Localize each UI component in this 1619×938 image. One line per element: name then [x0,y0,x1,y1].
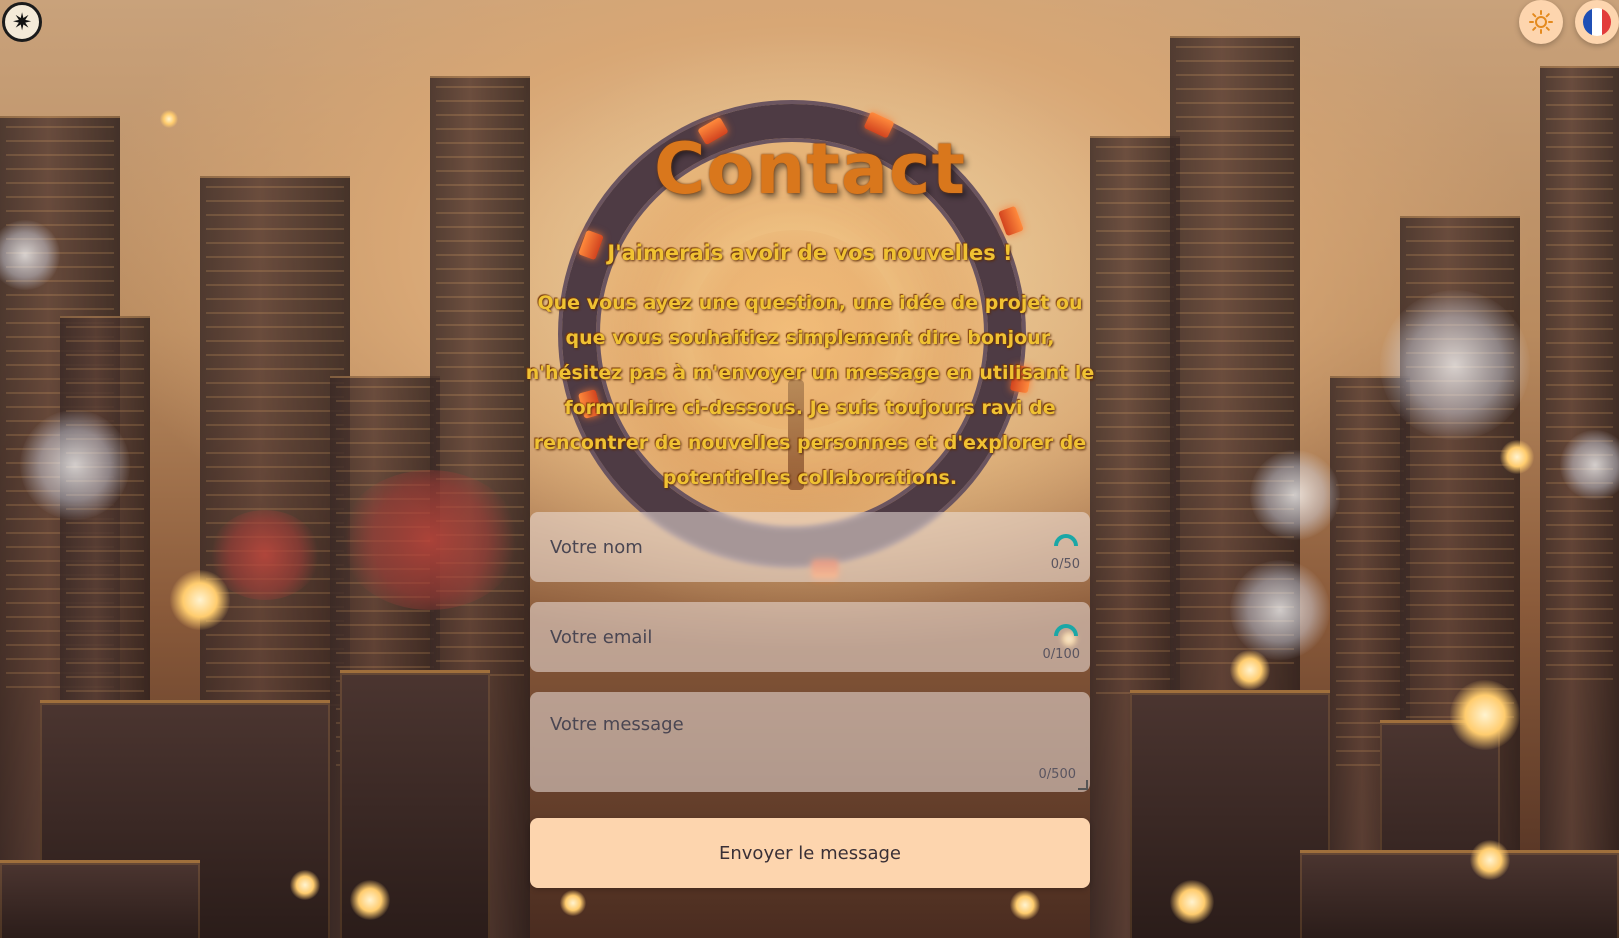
page-subtitle: J'aimerais avoir de vos nouvelles ! [607,241,1013,265]
intro-line: formulaire ci-dessous. Je suis toujours … [564,397,1056,419]
sun-icon [1529,10,1553,34]
name-field: 0/50 [530,512,1090,582]
message-char-counter: 0/500 [1038,767,1076,782]
message-textarea[interactable] [530,692,1090,792]
email-field: 0/100 [530,602,1090,672]
language-switch-button[interactable] [1575,0,1619,44]
intro-line: Que vous ayez une question, une idée de … [537,292,1083,314]
send-message-button[interactable]: Envoyer le message [530,818,1090,888]
name-char-counter: 0/50 [1050,557,1080,572]
intro-text: Que vous ayez une question, une idée de … [525,286,1095,496]
resize-grip-icon[interactable] [1078,780,1088,790]
intro-line: potentielles collaborations. [662,467,958,489]
email-char-counter: 0/100 [1042,647,1080,662]
message-field: 0/500 [530,692,1090,792]
page-title: Contact [654,128,966,210]
email-input[interactable] [530,602,1090,672]
intro-line: que vous souhaitiez simplement dire bonj… [565,327,1055,349]
compass-star-icon[interactable]: ✷ [2,2,42,42]
contact-page: ✷ Contact J'aimerais avoir de vos nouvel… [0,0,1619,938]
theme-toggle-button[interactable] [1519,0,1563,44]
logo-glyph: ✷ [11,8,33,36]
intro-line: n'hésitez pas à m'envoyer un message en … [525,362,1095,384]
intro-line: rencontrer de nouvelles personnes et d'e… [533,432,1087,454]
france-flag-icon [1583,8,1611,36]
name-input[interactable] [530,512,1090,582]
